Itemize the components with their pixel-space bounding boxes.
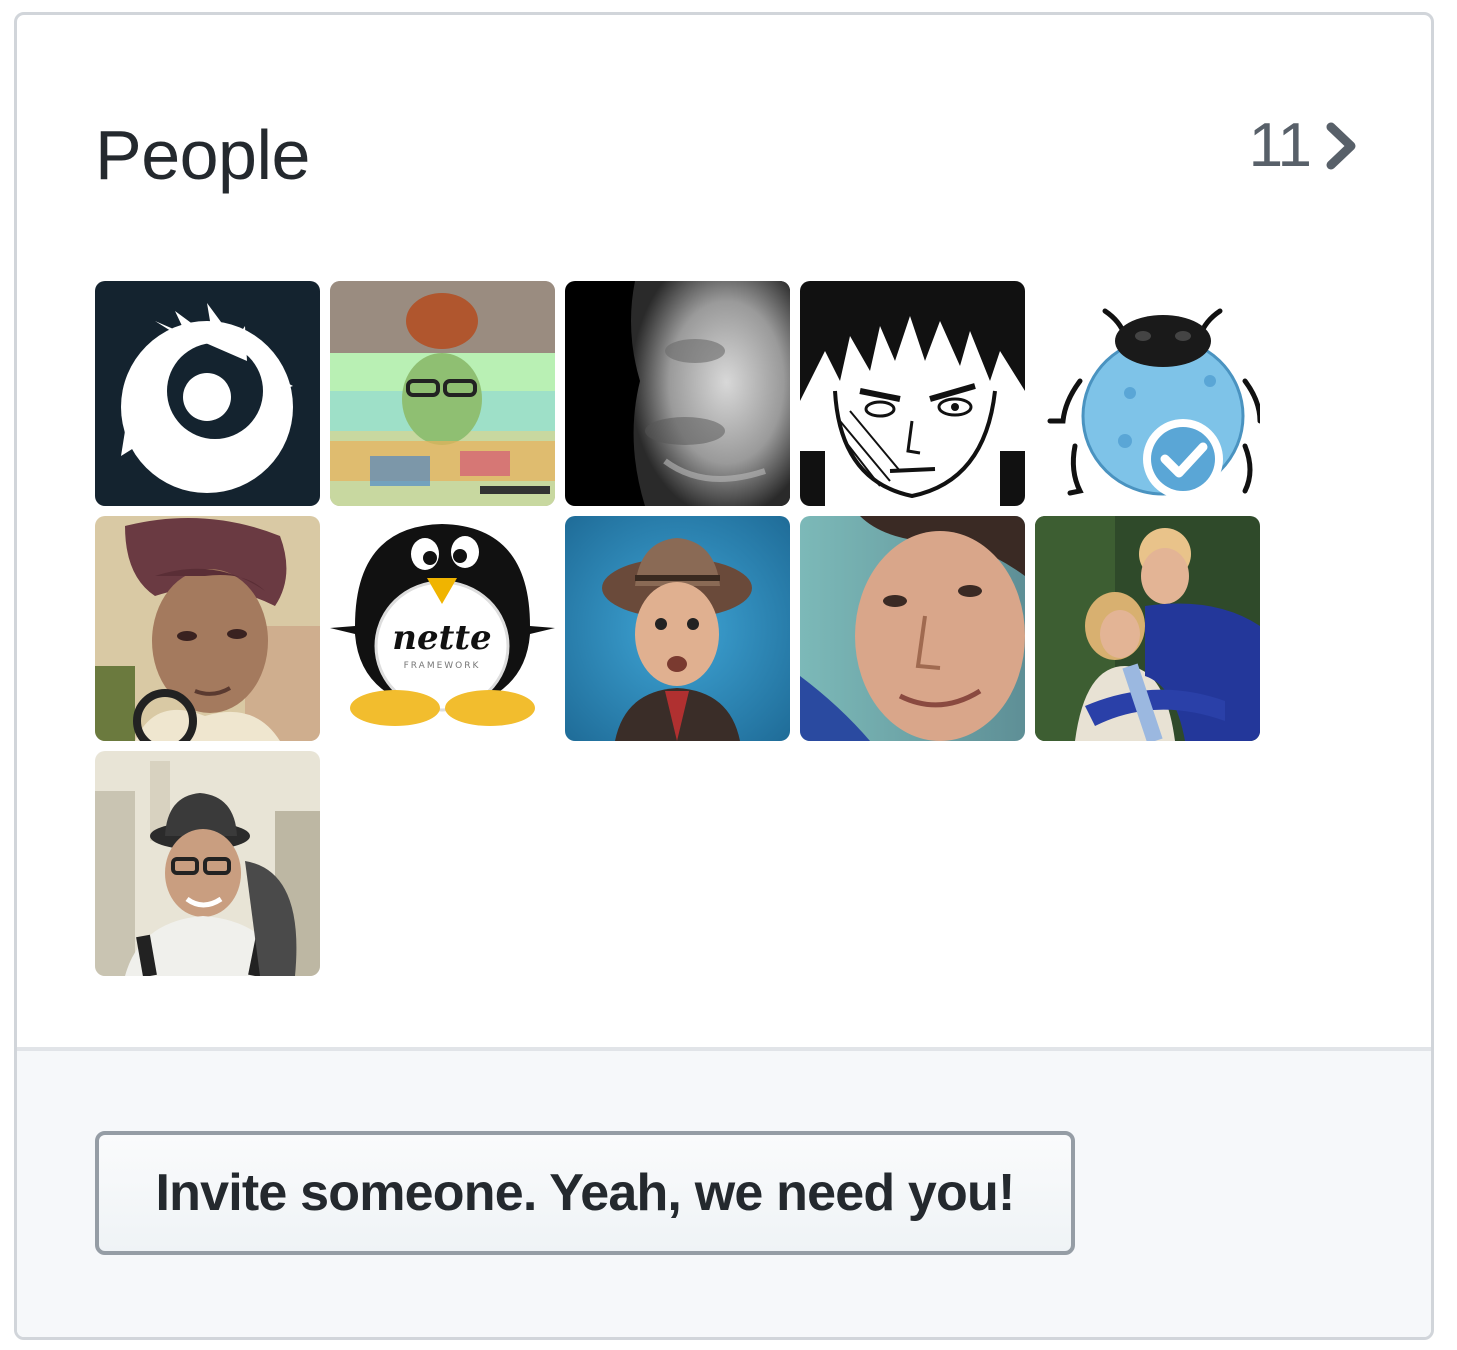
member-avatar[interactable] [800, 516, 1025, 741]
blue-bug-icon [1035, 281, 1260, 506]
dragon-logo-icon [95, 281, 320, 506]
hat-portrait-icon [565, 516, 790, 741]
chevron-right-icon [1326, 122, 1356, 170]
member-avatar[interactable] [95, 751, 320, 976]
member-avatar[interactable] [95, 516, 320, 741]
member-avatar[interactable] [800, 281, 1025, 506]
member-avatar[interactable] [1035, 281, 1260, 506]
people-count: 11 [1248, 111, 1312, 180]
member-avatar[interactable] [565, 516, 790, 741]
sepia-portrait-icon [95, 516, 320, 741]
invite-someone-button[interactable]: Invite someone. Yeah, we need you! [95, 1131, 1075, 1255]
member-avatar[interactable] [1035, 516, 1260, 741]
traveler-photo-icon [95, 751, 320, 976]
people-card-footer: Invite someone. Yeah, we need you! [17, 1047, 1431, 1337]
people-card-header: People 11 [17, 15, 1431, 215]
member-avatar[interactable]: nette FRAMEWORK [330, 516, 555, 741]
member-avatar[interactable] [565, 281, 790, 506]
people-card: People 11 nette FRAMEWORK Invite someone… [14, 12, 1434, 1340]
people-avatar-grid: nette FRAMEWORK [95, 281, 1275, 976]
nette-logo-subtext: FRAMEWORK [404, 661, 481, 671]
couple-photo-icon [1035, 516, 1260, 741]
closeup-portrait-icon [800, 516, 1025, 741]
member-avatar[interactable] [95, 281, 320, 506]
member-avatar[interactable] [330, 281, 555, 506]
nette-logo-text: nette [392, 618, 491, 658]
nette-penguin-icon: nette FRAMEWORK [330, 516, 555, 741]
glitch-photo-icon [330, 281, 555, 506]
people-count-link[interactable]: 11 [1249, 113, 1359, 179]
people-title: People [95, 116, 310, 194]
stone-face-icon [565, 281, 790, 506]
manga-face-icon [800, 281, 1025, 506]
